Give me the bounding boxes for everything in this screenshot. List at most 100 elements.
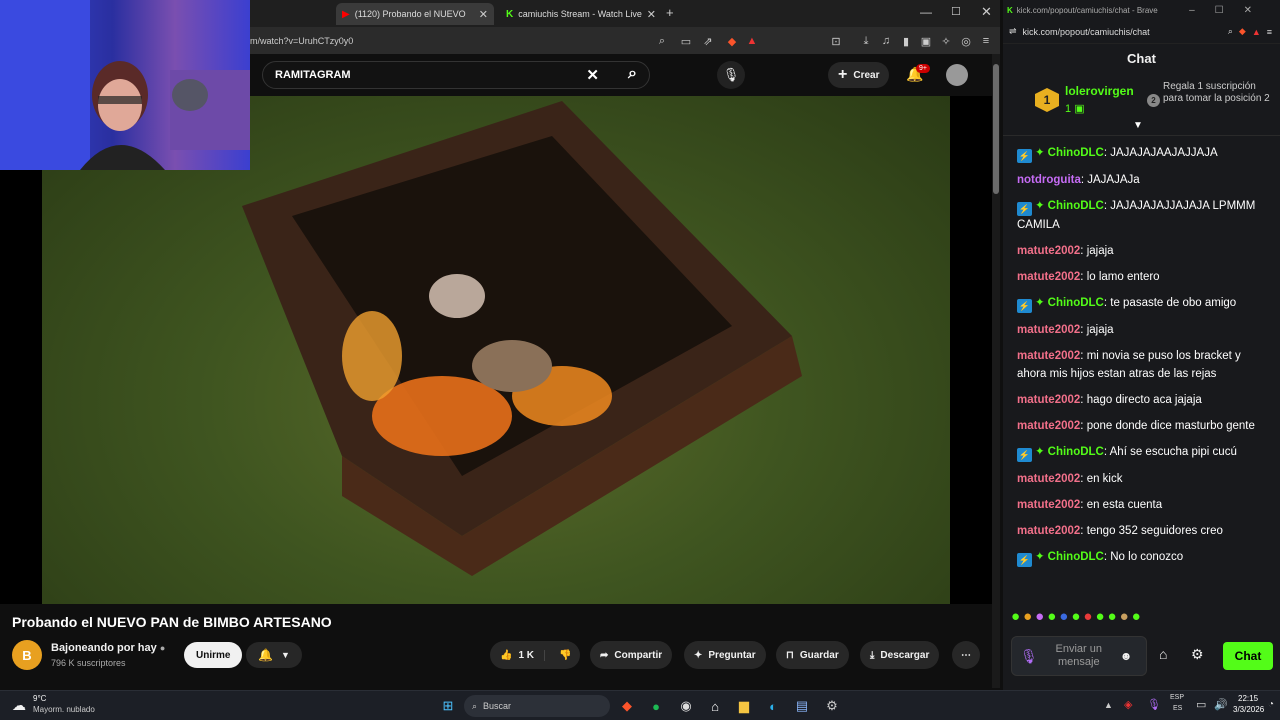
microphone-icon[interactable]: 🎙 [1020, 648, 1038, 665]
chat-username[interactable]: matute2002 [1017, 499, 1080, 511]
chat-username[interactable]: ChinoDLC [1048, 551, 1104, 563]
clear-search-icon[interactable]: ✕ [586, 66, 599, 84]
menu-icon[interactable]: ≡ [1267, 27, 1272, 37]
emote-icon[interactable]: ● [1095, 608, 1104, 630]
address-bar[interactable]: m/watch?v=UruhCTzy0y0 ⌕ ▭ ⇗ ◆ ▲ ⊡ ⤓ ♫ ▮ … [250, 27, 1000, 54]
subscribe-bell-button[interactable]: 🔔 ▼ [246, 642, 302, 668]
minimize-icon[interactable]: — [920, 5, 932, 19]
language-primary[interactable]: ESP [1170, 694, 1184, 701]
tab-kick[interactable]: K camiuchis Stream - Watch Live on Ki… ✕ [500, 3, 662, 25]
brave-shield-icon[interactable]: ◆ [1239, 26, 1246, 37]
emote-icon[interactable]: ● [1120, 608, 1129, 630]
chat-username[interactable]: ChinoDLC [1048, 297, 1104, 309]
network-icon[interactable]: ▭ [1196, 698, 1206, 711]
media-icon[interactable]: ♫ [878, 33, 894, 49]
page-scrollbar[interactable] [992, 54, 1000, 688]
new-tab-icon[interactable]: + [666, 5, 674, 20]
chat-input[interactable]: 🎙 Enviar un mensaje ☻ [1011, 636, 1147, 676]
chat-username[interactable]: matute2002 [1017, 324, 1080, 336]
tray-expand-icon[interactable]: ▲ [1104, 700, 1113, 710]
settings-app-icon[interactable]: ⚙ [821, 696, 843, 716]
search-box[interactable]: RAMITAGRAM ✕ ⌕ [262, 61, 650, 89]
gear-icon[interactable]: ⚙ [1191, 646, 1204, 663]
app-icon[interactable]: ⌂ [704, 696, 726, 716]
url-text[interactable]: m/watch?v=UruhCTzy0y0 [250, 36, 353, 46]
file-explorer-icon[interactable]: ▆ [733, 696, 755, 716]
chat-username[interactable]: matute2002 [1017, 394, 1080, 406]
channel-name[interactable]: Bajoneando por hay ● [51, 642, 165, 654]
join-button[interactable]: Unirme [184, 642, 243, 668]
emote-icon[interactable]: ● [1083, 608, 1092, 630]
close-tab-icon[interactable]: ✕ [479, 8, 488, 21]
start-icon[interactable]: ⊞ [437, 696, 459, 716]
avatar[interactable] [946, 64, 968, 86]
rewards-icon[interactable]: ▲ [744, 33, 760, 49]
menu-icon[interactable]: ≡ [978, 33, 994, 49]
maximize-icon[interactable]: ☐ [951, 5, 961, 18]
send-chat-button[interactable]: Chat [1223, 642, 1273, 670]
chat-username[interactable]: matute2002 [1017, 420, 1080, 432]
search-icon[interactable]: ⌕ [628, 65, 637, 83]
emote-icon[interactable]: ● [1011, 608, 1020, 630]
emote-icon[interactable]: ● [1023, 608, 1032, 630]
channel-avatar[interactable]: B [12, 640, 42, 670]
obs-app-icon[interactable]: ◉ [675, 696, 697, 716]
emote-icon[interactable]: ● [1132, 608, 1141, 630]
emote-icon[interactable]: ● [1108, 608, 1117, 630]
tray-app-icon[interactable]: ◈ [1124, 698, 1132, 711]
weather-icon[interactable]: ☁ [12, 697, 26, 714]
brave-app-icon[interactable]: ◆ [616, 696, 638, 716]
top-gifter-name[interactable]: lolerovirgen [1065, 84, 1134, 98]
wallet-icon[interactable]: ▣ [918, 33, 934, 49]
language-secondary[interactable]: ES [1173, 705, 1182, 712]
chat-username[interactable]: ChinoDLC [1048, 446, 1104, 458]
tray-mic-icon[interactable]: 🎙 [1147, 698, 1161, 711]
window-controls[interactable]: –☐✕ [1189, 5, 1272, 16]
clock-time[interactable]: 22:15 [1238, 694, 1258, 703]
emote-icon[interactable]: ● [1071, 608, 1080, 630]
chat-username[interactable]: matute2002 [1017, 350, 1080, 362]
search-input[interactable]: RAMITAGRAM [275, 69, 351, 81]
share-icon[interactable]: ⇗ [700, 33, 716, 49]
vpn-icon[interactable]: ◎ [958, 33, 974, 49]
video-frame[interactable] [42, 96, 950, 604]
translate-icon[interactable]: ⊡ [828, 33, 844, 49]
screen-icon[interactable]: ▭ [678, 33, 694, 49]
pin-collapse-icon[interactable]: ▼ [1133, 120, 1143, 131]
dislike-button[interactable]: 👎 [551, 650, 579, 661]
close-tab-icon[interactable]: ✕ [647, 8, 656, 21]
chat-username[interactable]: ChinoDLC [1048, 200, 1104, 212]
voice-search-icon[interactable]: 🎙 [717, 61, 745, 89]
download-button[interactable]: ⤓ Descargar [860, 641, 940, 669]
chat-username[interactable]: matute2002 [1017, 271, 1080, 283]
taskbar-search[interactable]: ⌕ Buscar [464, 695, 610, 717]
zoom-icon[interactable]: ⌕ [654, 33, 670, 49]
sidebar-icon[interactable]: ▮ [898, 33, 914, 49]
create-button[interactable]: + Crear [828, 62, 890, 88]
save-button[interactable]: ⊓ Guardar [776, 641, 849, 669]
ai-icon[interactable]: ✧ [938, 33, 954, 49]
zoom-icon[interactable]: ⌕ [1228, 26, 1233, 37]
chat-address-bar[interactable]: ⇌ kick.com/popout/camiuchis/chat ⌕ ◆ ▲ ≡ [1003, 20, 1280, 44]
rewards-icon[interactable]: ▲ [1252, 27, 1261, 37]
like-button[interactable]: 👍 1 K [490, 649, 546, 661]
chat-username[interactable]: matute2002 [1017, 245, 1080, 257]
chat-username[interactable]: ChinoDLC [1048, 147, 1104, 159]
volume-icon[interactable]: 🔊 [1214, 698, 1228, 711]
chat-url[interactable]: kick.com/popout/camiuchis/chat [1023, 27, 1150, 37]
clock-date[interactable]: 3/3/2026 [1233, 705, 1264, 714]
emoji-icon[interactable]: ☻ [1120, 649, 1133, 663]
emote-icon[interactable]: ● [1035, 608, 1044, 630]
notepad-app-icon[interactable]: ▤ [791, 696, 813, 716]
chat-username[interactable]: matute2002 [1017, 473, 1080, 485]
emote-icon[interactable]: ● [1047, 608, 1056, 630]
brave-shield-icon[interactable]: ◆ [724, 33, 740, 49]
edge-app-icon[interactable]: ◐ [762, 696, 784, 716]
share-button[interactable]: ➦ Compartir [590, 641, 673, 669]
chat-username[interactable]: matute2002 [1017, 525, 1080, 537]
video-player[interactable] [0, 96, 992, 604]
spotify-app-icon[interactable]: ● [645, 696, 667, 716]
chat-username[interactable]: notdroguita [1017, 174, 1081, 186]
close-window-icon[interactable]: ✕ [981, 4, 992, 20]
more-actions-button[interactable]: ⋯ [952, 641, 980, 669]
